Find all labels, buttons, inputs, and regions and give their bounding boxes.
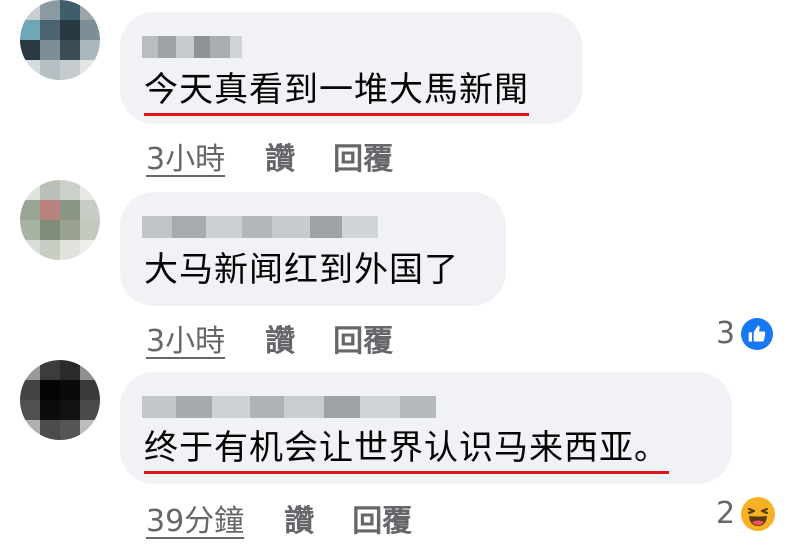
- comment-time[interactable]: 3小時: [146, 316, 225, 360]
- reaction-count: 2: [716, 496, 736, 531]
- comment-time[interactable]: 39分鐘: [146, 496, 244, 540]
- comment-text: 今天真看到一堆大馬新聞: [144, 70, 529, 116]
- reply-button[interactable]: 回覆: [352, 496, 412, 540]
- reply-button[interactable]: 回覆: [333, 134, 393, 178]
- commenter-name-blurred[interactable]: [142, 396, 436, 418]
- reply-button[interactable]: 回覆: [333, 316, 393, 360]
- comment-actions: 3小時 讚 回覆: [146, 134, 393, 178]
- like-button[interactable]: 讚: [265, 134, 295, 178]
- haha-icon: [741, 496, 776, 531]
- like-icon: [741, 317, 774, 350]
- avatar-blurred[interactable]: [20, 360, 100, 440]
- comment-bubble: 终于有机会让世界认识马来西亚。: [120, 372, 732, 484]
- reaction-summary[interactable]: 3: [716, 316, 774, 351]
- comment-actions: 3小時 讚 回覆: [146, 316, 393, 360]
- avatar-blurred[interactable]: [20, 0, 100, 80]
- comment-time[interactable]: 3小時: [146, 134, 225, 178]
- comment-bubble: 大马新闻红到外国了: [120, 192, 506, 306]
- comment-bubble: 今天真看到一堆大馬新聞: [120, 12, 582, 124]
- like-button[interactable]: 讚: [265, 316, 295, 360]
- comment-actions: 39分鐘 讚 回覆: [146, 496, 412, 540]
- comment-text: 大马新闻红到外国了: [144, 250, 459, 290]
- reaction-count: 3: [716, 316, 736, 351]
- comment-text: 终于有机会让世界认识马来西亚。: [144, 428, 669, 474]
- avatar-blurred[interactable]: [20, 180, 100, 260]
- commenter-name-blurred[interactable]: [142, 36, 242, 58]
- like-button[interactable]: 讚: [284, 496, 314, 540]
- commenter-name-blurred[interactable]: [142, 216, 378, 238]
- reaction-summary[interactable]: 2: [716, 496, 776, 531]
